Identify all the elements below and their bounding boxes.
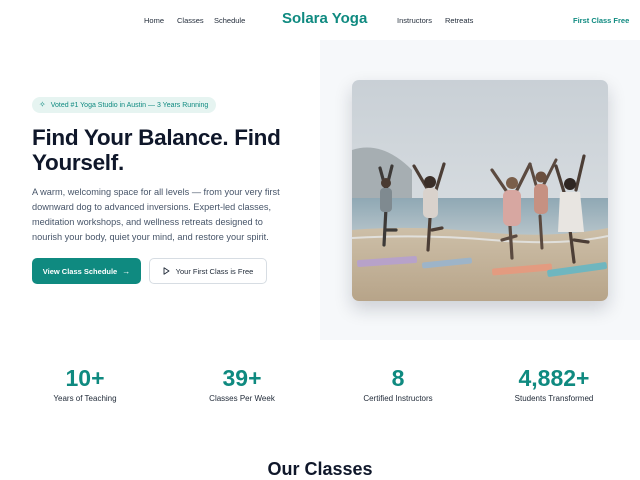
stat-label: Certified Instructors — [363, 394, 433, 403]
stat-label: Classes Per Week — [209, 394, 275, 403]
stat-years: 10+ Years of Teaching — [15, 364, 155, 403]
nav-link-instructors[interactable]: Instructors — [397, 16, 432, 25]
first-class-free-label: Your First Class is Free — [175, 266, 254, 276]
stat-value: 4,882+ — [518, 365, 590, 391]
top-nav: Home Classes Schedule Solara Yoga Instru… — [0, 0, 640, 40]
stat-instructors: 8 Certified Instructors — [328, 364, 468, 403]
stat-label: Years of Teaching — [53, 394, 117, 403]
nav-link-schedule[interactable]: Schedule — [214, 16, 245, 25]
nav-link-retreats[interactable]: Retreats — [445, 16, 473, 25]
stat-value: 39+ — [222, 365, 262, 391]
play-icon — [163, 267, 170, 275]
sparkle-icon: ✧ — [39, 100, 46, 109]
view-class-schedule-button[interactable]: View Class Schedule → — [32, 258, 141, 284]
brand-logo[interactable]: Solara Yoga — [282, 10, 367, 27]
arrow-right-icon: → — [122, 266, 131, 276]
award-badge: ✧ Voted #1 Yoga Studio in Austin — 3 Yea… — [32, 97, 217, 113]
stat-students: 4,882+ Students Transformed — [484, 364, 624, 403]
hero-title: Find Your Balance. Find Yourself. — [32, 125, 281, 175]
stat-value: 8 — [391, 365, 405, 391]
yoga-class-photo — [352, 80, 608, 301]
award-badge-text: Voted #1 Yoga Studio in Austin — 3 Years… — [50, 101, 209, 109]
stat-label: Students Transformed — [514, 394, 594, 403]
stat-value: 10+ — [65, 365, 105, 391]
first-class-free-button[interactable]: Your First Class is Free — [149, 258, 267, 284]
nav-link-classes[interactable]: Classes — [177, 16, 204, 25]
hero-description: A warm, welcoming space for all levels —… — [32, 187, 280, 242]
nav-link-home[interactable]: Home — [144, 16, 164, 25]
first-class-free-link[interactable]: First Class Free — [573, 16, 629, 25]
stat-classes: 39+ Classes Per Week — [172, 364, 312, 403]
view-class-schedule-label: View Class Schedule — [42, 266, 118, 276]
our-classes-heading: Our Classes — [267, 459, 373, 479]
